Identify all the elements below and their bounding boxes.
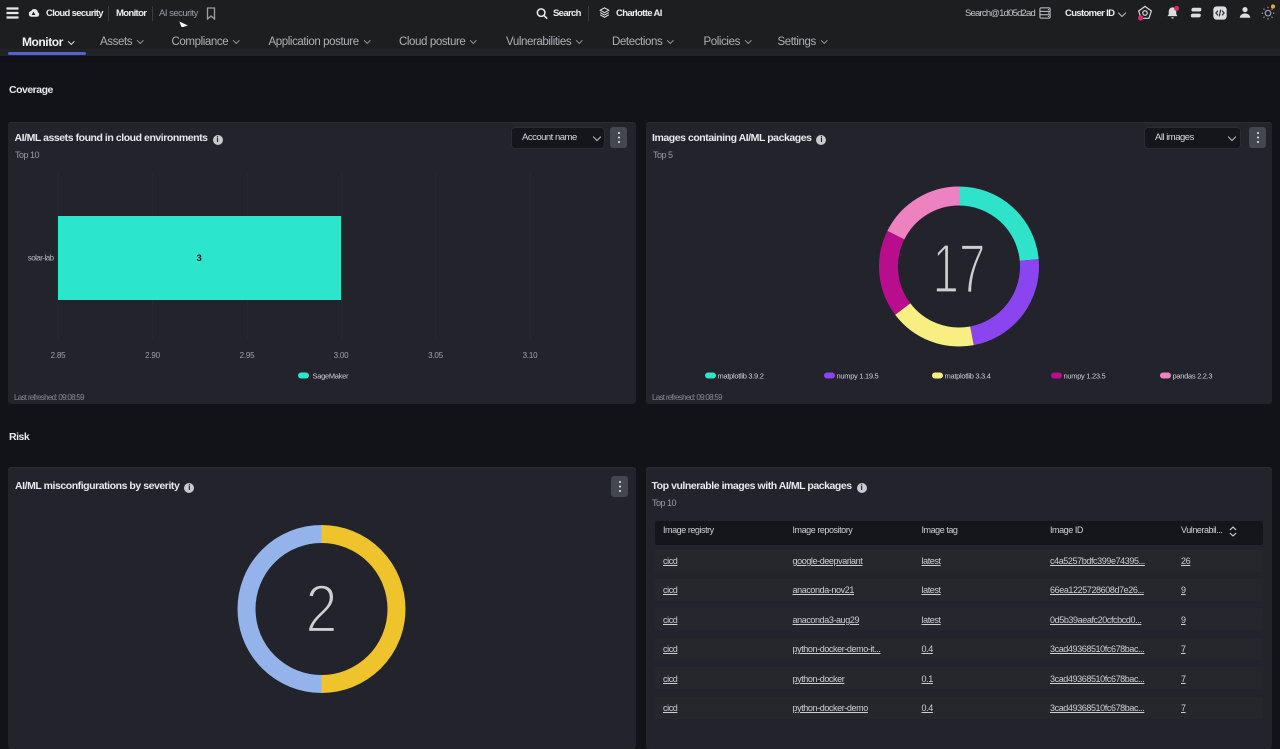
svg-text:3.10: 3.10	[523, 351, 539, 360]
svg-text:solar-lab: solar-lab	[28, 254, 55, 263]
svg-text:SageMaker: SageMaker	[313, 372, 349, 381]
svg-text:3.05: 3.05	[428, 351, 444, 360]
svg-text:3.00: 3.00	[334, 351, 350, 360]
svg-text:2.85: 2.85	[51, 351, 67, 360]
svg-text:17: 17	[933, 229, 986, 307]
svg-text:2.90: 2.90	[145, 351, 161, 360]
svg-text:numpy 1.19.5: numpy 1.19.5	[837, 372, 879, 381]
svg-text:pandas 2.2.3: pandas 2.2.3	[1173, 372, 1213, 381]
svg-text:3: 3	[197, 253, 202, 264]
svg-text:numpy 1.23.5: numpy 1.23.5	[1064, 372, 1106, 381]
svg-text:matplotlib 3.9.2: matplotlib 3.9.2	[718, 372, 764, 381]
svg-text:matplotlib 3.3.4: matplotlib 3.3.4	[945, 372, 991, 381]
svg-text:2.95: 2.95	[240, 351, 256, 360]
svg-text:2: 2	[305, 572, 337, 647]
